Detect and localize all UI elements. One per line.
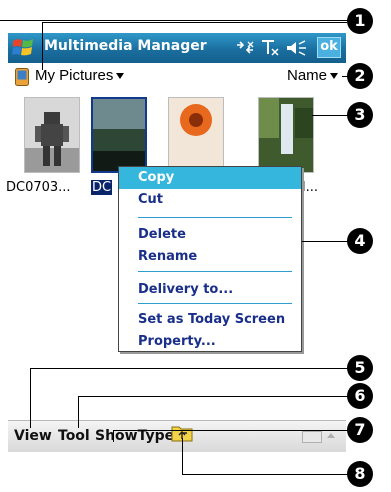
callout-line-8 bbox=[182, 474, 348, 475]
callout-badge-2: 2 bbox=[347, 63, 373, 89]
folder-bar: My Pictures Name bbox=[8, 63, 346, 89]
menu-item-delete[interactable]: Delete bbox=[119, 224, 301, 246]
callout-line-7 bbox=[113, 430, 348, 431]
flower-photo-image bbox=[169, 98, 223, 172]
thumbnail-flower[interactable] bbox=[168, 97, 224, 173]
keyboard-icon[interactable] bbox=[302, 431, 322, 443]
callout-line-1 bbox=[42, 22, 43, 70]
chevron-down-icon bbox=[330, 73, 338, 80]
tool-menu[interactable]: Tool bbox=[58, 428, 90, 444]
app-title: Multimedia Manager bbox=[44, 38, 207, 54]
callout-line-6 bbox=[78, 396, 79, 428]
menu-separator bbox=[138, 303, 292, 304]
menu-item-set-today-screen[interactable]: Set as Today Screen bbox=[119, 309, 301, 331]
ok-button[interactable]: ok bbox=[317, 37, 341, 58]
folder-dropdown-label: My Pictures bbox=[35, 67, 114, 84]
thumbnail-robot[interactable] bbox=[24, 97, 80, 173]
menu-separator bbox=[138, 217, 292, 218]
thumbnail-label: DC bbox=[91, 180, 113, 195]
callout-badge-7: 7 bbox=[347, 417, 373, 443]
callout-badge-1: 1 bbox=[347, 8, 373, 34]
callout-badge-4: 4 bbox=[347, 228, 373, 254]
landscape-photo-image bbox=[93, 99, 145, 171]
signal-off-icon[interactable] bbox=[259, 38, 281, 58]
callout-line-6 bbox=[78, 396, 348, 397]
chevron-down-icon bbox=[116, 73, 125, 80]
waterfall-photo-image bbox=[259, 98, 313, 172]
top-divider bbox=[0, 20, 352, 21]
robot-photo-image bbox=[25, 98, 79, 172]
callout-line-1 bbox=[42, 22, 347, 23]
view-menu[interactable]: View bbox=[14, 428, 52, 444]
sort-dropdown[interactable]: Name bbox=[287, 67, 338, 84]
menu-item-property[interactable]: Property... bbox=[119, 331, 301, 353]
menu-item-rename[interactable]: Rename bbox=[119, 246, 301, 268]
thumbnail-label: DC0703... bbox=[6, 180, 71, 195]
thumbnail-label: l... bbox=[302, 180, 319, 195]
device-icon bbox=[15, 68, 29, 86]
callout-line-8 bbox=[182, 438, 183, 474]
menu-item-delivery[interactable]: Delivery to... bbox=[119, 279, 301, 301]
context-menu: Copy Cut Delete Rename Delivery to... Se… bbox=[118, 166, 302, 352]
thumbnail-landscape[interactable] bbox=[91, 97, 147, 173]
chevron-up-icon[interactable] bbox=[327, 433, 335, 438]
callout-badge-5: 5 bbox=[347, 355, 373, 381]
callout-badge-3: 3 bbox=[347, 102, 373, 128]
menu-item-cut[interactable]: Cut bbox=[119, 189, 301, 211]
callout-line-4 bbox=[302, 241, 348, 242]
folder-dropdown[interactable]: My Pictures bbox=[35, 67, 125, 84]
title-bar: Multimedia Manager ok bbox=[8, 33, 346, 63]
callout-badge-8: 8 bbox=[347, 461, 373, 487]
callout-line-7 bbox=[113, 430, 114, 442]
sort-dropdown-label: Name bbox=[286, 67, 327, 84]
connectivity-icon[interactable] bbox=[234, 38, 256, 58]
menu-separator bbox=[138, 271, 292, 272]
menu-item-copy[interactable]: Copy bbox=[119, 167, 301, 189]
callout-line-3 bbox=[312, 115, 348, 116]
volume-icon[interactable] bbox=[285, 38, 309, 58]
thumbnail-waterfall[interactable] bbox=[258, 97, 314, 173]
bottom-menu-bar: View Tool ShowType bbox=[8, 420, 346, 452]
windows-start-icon[interactable] bbox=[10, 35, 36, 61]
callout-line-5 bbox=[30, 368, 31, 428]
callout-line-5 bbox=[30, 368, 348, 369]
callout-badge-6: 6 bbox=[347, 383, 373, 409]
